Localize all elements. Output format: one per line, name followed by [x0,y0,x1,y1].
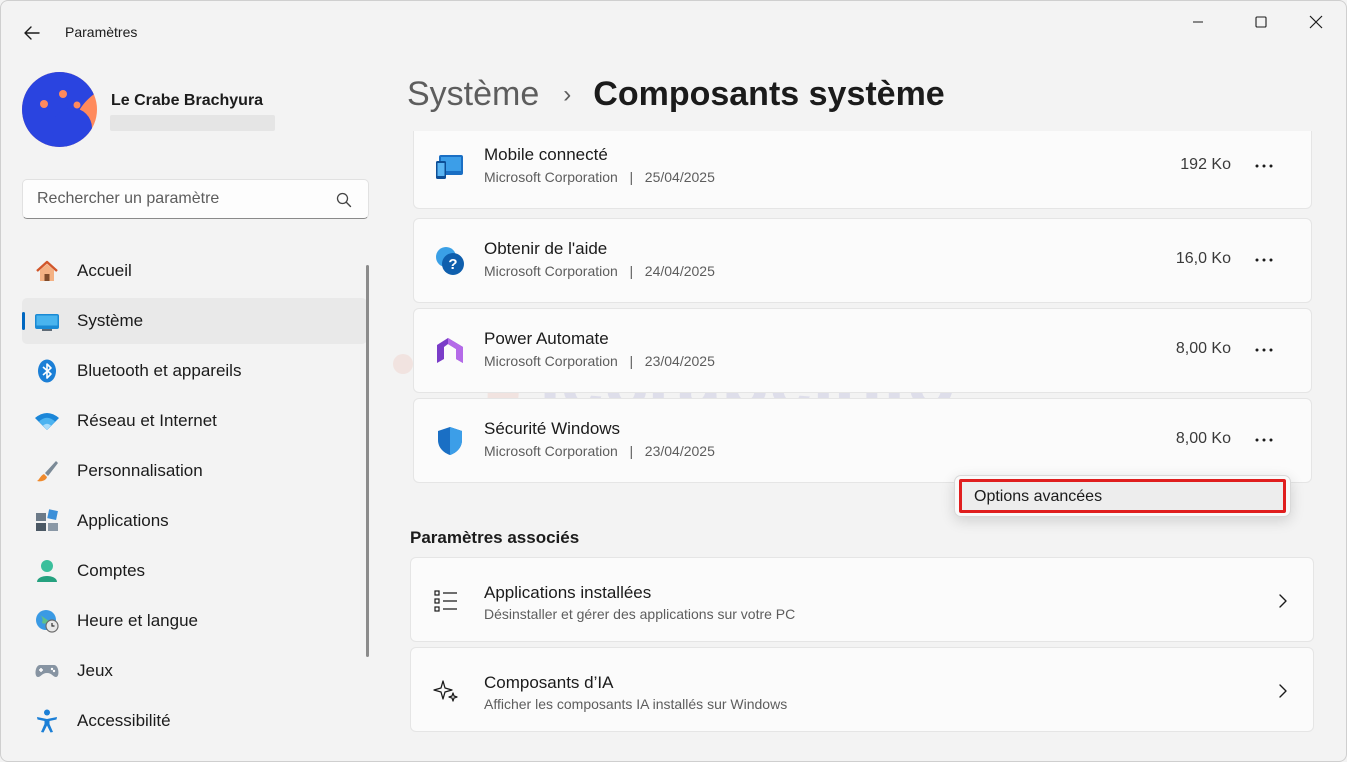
component-size: 16,0 Ko [1175,250,1231,267]
related-item-title: Composants d’IA [484,673,614,692]
component-card-power-automate[interactable]: Power Automate Microsoft Corporation | 2… [413,308,1312,393]
get-help-icon: ? [434,245,466,277]
sidebar-nav: Accueil Système Bluetooth et appareils R… [22,248,367,748]
phone-link-icon [434,151,466,183]
system-icon [34,309,60,333]
sidebar-scrollbar[interactable] [366,265,369,657]
breadcrumb: Système › Composants système [407,75,945,114]
more-icon [1255,438,1273,442]
avatar[interactable] [22,72,97,147]
component-meta: Microsoft Corporation | 24/04/2025 [484,263,715,279]
sidebar-item-applications[interactable]: Applications [22,498,367,544]
apps-icon [34,509,60,533]
component-meta: Microsoft Corporation | 25/04/2025 [484,169,715,185]
sidebar-item-label: Accueil [77,261,132,280]
settings-window: Paramètres Le Crabe Brachyura Rechercher… [0,0,1347,762]
related-item-title: Applications installées [484,583,652,602]
accounts-icon [34,559,60,583]
breadcrumb-separator: › [563,80,572,108]
sidebar-item-label: Personnalisation [77,461,203,480]
component-title: Sécurité Windows [484,419,621,438]
more-icon [1255,348,1273,352]
related-item-applications-installees[interactable]: Applications installées Désinstaller et … [410,557,1314,642]
gamepad-icon [34,659,60,683]
more-options-button[interactable] [1247,151,1281,181]
close-button[interactable] [1293,7,1339,37]
component-meta: Microsoft Corporation | 23/04/2025 [484,353,715,369]
sidebar-item-accueil[interactable]: Accueil [22,248,367,294]
component-title: Mobile connecté [484,145,608,164]
sparkle-icon [433,678,459,704]
user-email-redacted [110,115,275,131]
back-button[interactable] [15,17,49,49]
sidebar-item-heure-langue[interactable]: Heure et langue [22,598,367,644]
windows-security-icon [434,425,466,457]
sidebar-item-label: Heure et langue [77,611,198,630]
sidebar-item-label: Système [77,311,144,330]
wifi-icon [34,409,60,433]
sidebar-item-jeux[interactable]: Jeux [22,648,367,694]
search-input[interactable] [23,180,323,218]
avatar-crab-icon [22,72,97,147]
home-icon [34,259,60,283]
sidebar-item-accessibilite[interactable]: Accessibilité [22,698,367,744]
power-automate-icon [434,335,466,367]
sidebar-item-label: Jeux [77,661,113,680]
maximize-button[interactable] [1238,7,1284,37]
component-title: Obtenir de l'aide [484,239,608,258]
more-options-button[interactable] [1247,425,1281,455]
sidebar-item-personnalisation[interactable]: Personnalisation [22,448,367,494]
more-options-button[interactable] [1247,335,1281,365]
sidebar-item-systeme[interactable]: Système [22,298,367,344]
time-language-icon [34,609,60,633]
component-card-securite-windows[interactable]: Sécurité Windows Microsoft Corporation |… [413,398,1312,483]
context-menu-item-options-avancees[interactable]: Options avancées [959,479,1286,513]
search-box[interactable] [22,179,369,219]
related-item-description: Afficher les composants IA installés sur… [484,696,788,712]
app-title: Paramètres [65,24,138,40]
chevron-right-icon [1277,681,1289,701]
page-title: Composants système [593,75,945,113]
close-icon [1309,15,1323,29]
chevron-right-icon [1277,591,1289,611]
sidebar-item-label: Bluetooth et appareils [77,361,242,380]
sidebar-item-label: Accessibilité [77,711,171,730]
brush-icon [34,459,60,483]
sidebar-item-label: Réseau et Internet [77,411,217,430]
more-options-button[interactable] [1247,245,1281,275]
accessibility-icon [34,709,60,733]
search-icon[interactable] [336,192,352,208]
maximize-icon [1255,16,1267,28]
component-title: Power Automate [484,329,609,348]
component-size: 8,00 Ko [1175,430,1231,447]
list-icon [433,588,459,614]
component-size: 192 Ko [1180,156,1231,173]
back-arrow-icon [24,26,40,40]
component-card-obtenir-aide[interactable]: ? Obtenir de l'aide Microsoft Corporatio… [413,218,1312,303]
minimize-button[interactable] [1175,7,1221,37]
related-settings-heading: Paramètres associés [410,528,580,547]
sidebar-item-bluetooth[interactable]: Bluetooth et appareils [22,348,367,394]
minimize-icon [1193,21,1203,23]
sidebar-item-reseau[interactable]: Réseau et Internet [22,398,367,444]
user-name: Le Crabe Brachyura [111,92,264,109]
sidebar-item-label: Comptes [77,561,146,580]
more-icon [1255,258,1273,262]
related-item-description: Désinstaller et gérer des applications s… [484,606,796,622]
component-meta: Microsoft Corporation | 23/04/2025 [484,443,715,459]
component-size: 8,00 Ko [1175,340,1231,357]
context-menu-item-label: Options avancées [974,488,1103,505]
svg-text:?: ? [448,256,457,273]
related-item-composants-ia[interactable]: Composants d’IA Afficher les composants … [410,647,1314,732]
context-menu: Options avancées [954,475,1291,517]
sidebar-item-comptes[interactable]: Comptes [22,548,367,594]
breadcrumb-parent[interactable]: Système [407,75,539,114]
sidebar-item-label: Applications [77,511,169,530]
bluetooth-icon [34,359,60,383]
title-bar: Paramètres [1,1,1346,63]
more-icon [1255,164,1273,168]
component-card-mobile-connecte[interactable]: Mobile connecté Microsoft Corporation | … [413,131,1312,209]
active-indicator [22,312,25,330]
